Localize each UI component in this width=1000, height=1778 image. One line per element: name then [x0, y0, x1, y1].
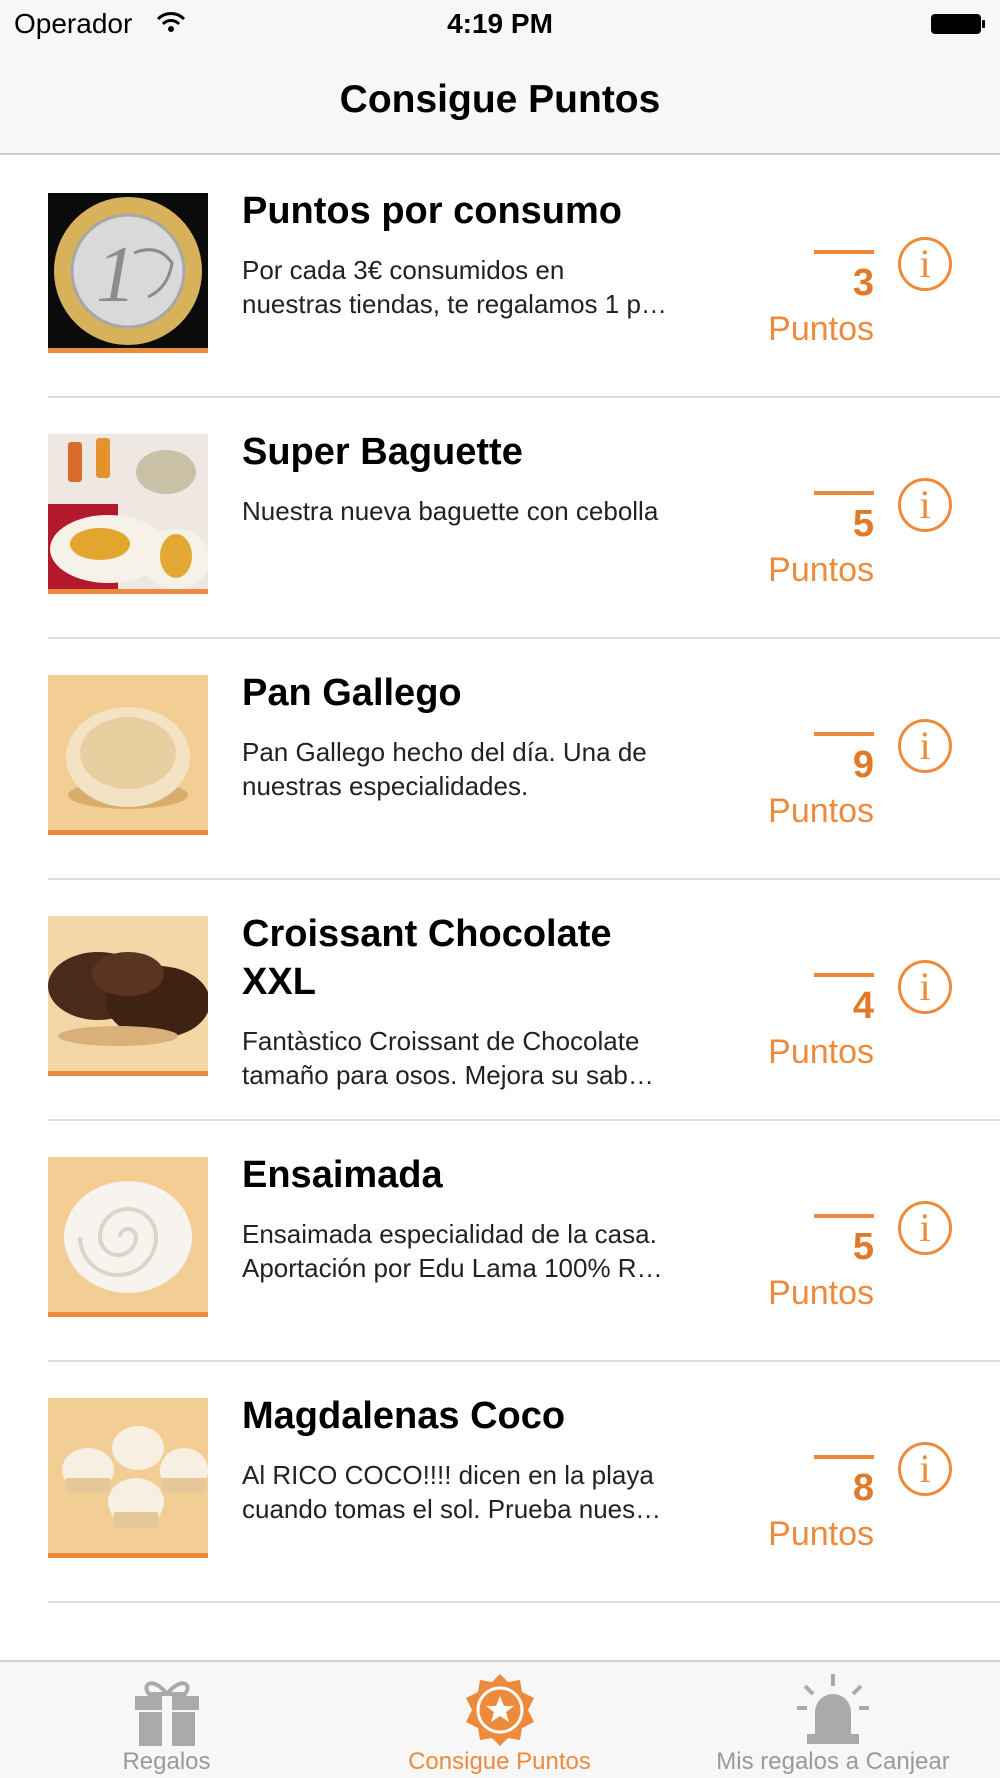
points-number: 5 — [852, 503, 874, 545]
description-line: cuando tomas el sol. Prueba nues… — [242, 1494, 662, 1524]
item-title: Croissant Chocolate XXL — [242, 910, 712, 1006]
description-line: nuestras especialidades. — [242, 771, 529, 801]
description-line: Por cada 3€ consumidos en — [242, 255, 565, 285]
info-icon: i — [919, 1205, 931, 1250]
points-number: 5 — [852, 1226, 874, 1268]
points-number: 8 — [852, 1467, 874, 1509]
ensaimada-image — [48, 1157, 208, 1317]
item-title: Puntos por consumo — [242, 190, 622, 232]
points-list[interactable]: 1 Puntos por consumo Por cada 3€ consumi… — [0, 157, 1000, 1660]
info-icon: i — [919, 241, 931, 286]
points-label: Puntos — [768, 310, 874, 348]
tab-bar: Regalos Consigue Puntos Mis regalos a Ca… — [0, 1660, 1000, 1778]
description-line: Ensaimada especialidad de la casa. — [242, 1219, 657, 1249]
title-line: Croissant Chocolate — [242, 913, 612, 955]
points-bar — [814, 973, 874, 977]
info-button[interactable]: i — [898, 478, 952, 532]
item-description: Ensaimada especialidad de la casa. Aport… — [242, 1217, 712, 1285]
tab-regalos[interactable]: Regalos — [0, 1662, 333, 1778]
tab-label: Mis regalos a Canjear — [716, 1748, 950, 1775]
description-line: Al RICO COCO!!!! dicen en la playa — [242, 1460, 654, 1490]
item-description: Por cada 3€ consumidos en nuestras tiend… — [242, 253, 712, 321]
svg-text:1: 1 — [96, 231, 136, 319]
info-button[interactable]: i — [898, 719, 952, 773]
points-number: 3 — [852, 262, 874, 304]
tab-consigue-puntos[interactable]: Consigue Puntos — [333, 1662, 666, 1778]
description-line: Fantàstico Croissant de Chocolate — [242, 1026, 640, 1056]
points-label: Puntos — [768, 1274, 874, 1312]
alarm-icon — [797, 1674, 869, 1744]
points-label: Puntos — [768, 551, 874, 589]
title-line: XXL — [242, 961, 316, 1003]
points-number: 4 — [852, 985, 874, 1027]
info-button[interactable]: i — [898, 960, 952, 1014]
item-title: Super Baguette — [242, 431, 523, 473]
item-title: Pan Gallego — [242, 672, 462, 714]
list-item[interactable]: 1 Puntos por consumo Por cada 3€ consumi… — [0, 157, 1000, 398]
tab-label: Consigue Puntos — [408, 1748, 591, 1775]
points-bar — [814, 491, 874, 495]
points-bar — [814, 1214, 874, 1218]
status-bar: Operador 4:19 PM — [0, 0, 1000, 50]
points-bar — [814, 250, 874, 254]
description-line: Pan Gallego hecho del día. Una de — [242, 737, 647, 767]
status-time: 4:19 PM — [447, 8, 553, 39]
tab-mis-regalos-a-canjear[interactable]: Mis regalos a Canjear — [666, 1662, 1000, 1778]
points-bar — [814, 1455, 874, 1459]
round-bread-image — [48, 675, 208, 835]
points-label: Puntos — [768, 792, 874, 830]
info-icon: i — [919, 1446, 931, 1491]
description-line: tamaño para osos. Mejora su sab… — [242, 1060, 654, 1090]
item-title: Ensaimada — [242, 1154, 443, 1196]
coconut-muffins-image — [48, 1398, 208, 1558]
item-description: Nuestra nueva baguette con cebolla — [242, 494, 712, 528]
list-item[interactable]: Magdalenas Coco Al RICO COCO!!!! dicen e… — [0, 1362, 1000, 1603]
item-title: Magdalenas Coco — [242, 1395, 566, 1437]
info-button[interactable]: i — [898, 237, 952, 291]
description-line: Aportación por Edu Lama 100% R… — [242, 1253, 663, 1283]
item-description: Pan Gallego hecho del día. Una de nuestr… — [242, 735, 712, 803]
description-line: Nuestra nueva baguette con cebolla — [242, 496, 659, 526]
info-icon: i — [919, 964, 931, 1009]
list-item[interactable]: Ensaimada Ensaimada especialidad de la c… — [0, 1121, 1000, 1362]
chocolate-croissant-image — [48, 916, 208, 1076]
tab-label: Regalos — [122, 1748, 211, 1775]
points-bar — [814, 732, 874, 736]
points-label: Puntos — [768, 1033, 874, 1071]
navigation-bar: Consigue Puntos — [0, 50, 1000, 155]
points-label: Puntos — [768, 1515, 874, 1553]
page-title: Consigue Puntos — [339, 78, 661, 121]
star-badge-icon — [465, 1674, 534, 1746]
info-button[interactable]: i — [898, 1201, 952, 1255]
list-item[interactable]: Pan Gallego Pan Gallego hecho del día. U… — [0, 639, 1000, 880]
list-item[interactable]: Croissant Chocolate XXL Fantàstico Crois… — [0, 880, 1000, 1121]
baguette-tapas-image — [48, 434, 208, 594]
euro-coin-image: 1 — [48, 193, 208, 353]
battery-icon — [931, 14, 985, 34]
info-icon: i — [919, 723, 931, 768]
list-item[interactable]: Super Baguette Nuestra nueva baguette co… — [0, 398, 1000, 639]
info-button[interactable]: i — [898, 1442, 952, 1496]
description-line: nuestras tiendas, te regalamos 1 p… — [242, 289, 667, 319]
divider — [48, 1601, 1000, 1603]
item-description: Al RICO COCO!!!! dicen en la playa cuand… — [242, 1458, 712, 1526]
item-description: Fantàstico Croissant de Chocolate tamaño… — [242, 1024, 712, 1092]
info-icon: i — [919, 482, 931, 527]
points-number: 9 — [852, 744, 874, 786]
gift-icon — [134, 1681, 199, 1746]
